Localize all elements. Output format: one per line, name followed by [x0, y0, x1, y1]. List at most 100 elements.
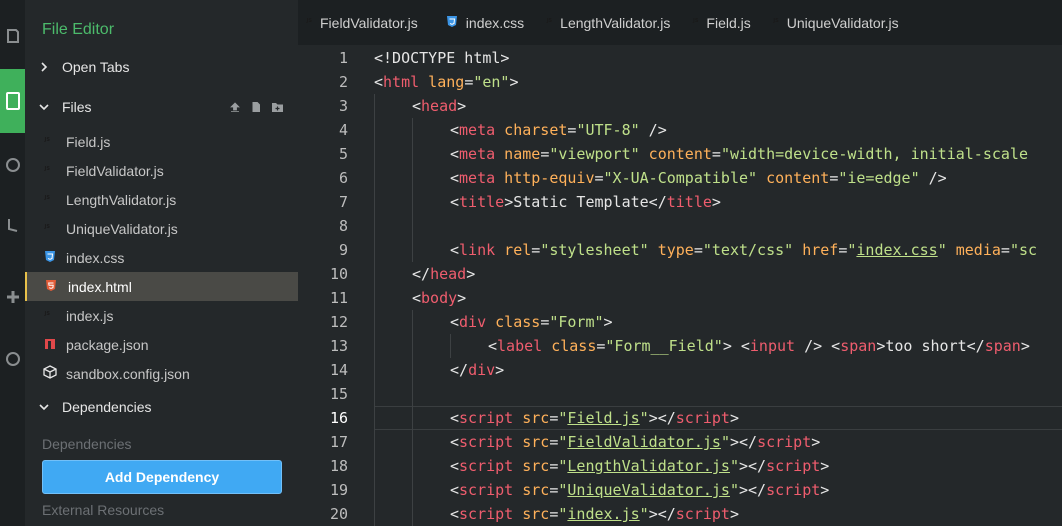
code-token: /> [919, 169, 947, 187]
line-number: 19 [329, 481, 348, 499]
file-item[interactable]: UniqueValidator.js [25, 214, 298, 243]
file-item-icon-slot [27, 279, 68, 295]
code-token: = [540, 313, 550, 331]
upload-file-icon[interactable] [229, 100, 241, 116]
code-token: src [513, 433, 550, 451]
code-token: > [457, 97, 467, 115]
editor-tab[interactable]: UniqueValidator.js [765, 0, 913, 45]
section-files[interactable]: Files [25, 94, 298, 120]
code-token: = [693, 241, 703, 259]
code-token: " [729, 457, 739, 475]
indent-guide [412, 310, 413, 526]
file-item[interactable]: FieldValidator.js [25, 156, 298, 185]
file-item-label: sandbox.config.json [66, 365, 190, 382]
file-item[interactable]: index.html [25, 272, 298, 301]
editor-tab[interactable]: index.css [432, 0, 538, 45]
chevron-down-icon [25, 103, 62, 111]
code-token: ></ [729, 433, 758, 451]
code-token: "X-UA-Compatible" [603, 169, 758, 187]
code-token: script [459, 409, 514, 427]
editor-tab-label: FieldValidator.js [320, 14, 418, 31]
code-token: script [459, 481, 514, 499]
code-token: index.css [856, 241, 938, 259]
code-token: content [639, 145, 712, 163]
code-token: > [509, 73, 519, 91]
code-token: href [793, 241, 839, 259]
code-line: <link rel="stylesheet" type="text/css" h… [450, 238, 1037, 262]
code-token: >Static Template</ [504, 193, 667, 211]
file-item[interactable]: sandbox.config.json [25, 359, 298, 388]
editor-tab[interactable]: LengthValidator.js [538, 0, 684, 45]
code-token: = [711, 145, 721, 163]
code-token: div [459, 313, 487, 331]
code-token: content [757, 169, 830, 187]
code-token: < [450, 121, 460, 139]
indent-guide [450, 334, 451, 358]
code-token: = [829, 169, 839, 187]
activity-info-icon[interactable] [0, 6, 25, 66]
line-number: 15 [329, 385, 348, 403]
code-token: http-equiv [495, 169, 595, 187]
section-dependencies[interactable]: Dependencies [25, 394, 298, 420]
code-token: script [459, 433, 514, 451]
activity-git-icon[interactable] [0, 133, 25, 197]
file-item-label: LengthValidator.js [66, 191, 177, 208]
code-token: script [459, 505, 514, 523]
file-item[interactable]: Field.js [25, 127, 298, 156]
file-item-label: index.html [68, 278, 132, 295]
code-token: "en" [473, 73, 510, 91]
line-number: 8 [338, 217, 348, 235]
code-token: "stylesheet" [540, 241, 649, 259]
activity-settings-icon[interactable] [0, 265, 25, 329]
section-files-label: Files [62, 99, 92, 115]
code-token: label [497, 337, 543, 355]
activity-deploy-icon[interactable] [0, 197, 25, 253]
code-token: > [495, 361, 505, 379]
line-number: 14 [329, 361, 348, 379]
code-token: > [820, 457, 830, 475]
code-token: = [594, 169, 604, 187]
add-dependency-button[interactable]: Add Dependency [42, 460, 282, 494]
activity-file-editor-icon[interactable] [0, 69, 25, 133]
new-folder-icon[interactable] [271, 100, 284, 116]
code-editor[interactable]: 1 <!DOCTYPE html> 2 <html lang="en"> 3 <head>… [298, 45, 1062, 526]
line-number: 13 [329, 337, 348, 355]
code-token: span [840, 337, 877, 355]
file-item[interactable]: LengthValidator.js [25, 185, 298, 214]
code-token: > [1020, 337, 1030, 355]
file-item-icon-slot [25, 365, 66, 382]
file-item[interactable]: index.js [25, 301, 298, 330]
code-token: "text/css" [702, 241, 794, 259]
section-open-tabs[interactable]: Open Tabs [25, 54, 298, 80]
code-token: script [766, 481, 821, 499]
code-token: script [766, 457, 821, 475]
line-number: 3 [338, 97, 348, 115]
activity-bar [0, 0, 25, 526]
code-token: <!DOCTYPE html> [374, 49, 510, 67]
file-explorer-sidebar: File Editor Open Tabs Files Field.js Fiel… [25, 0, 298, 526]
file-item[interactable]: package.json [25, 330, 298, 359]
code-token: < [374, 73, 384, 91]
code-token: " [937, 241, 947, 259]
file-item[interactable]: index.css [25, 243, 298, 272]
package-json-icon [44, 337, 56, 353]
activity-live-icon[interactable] [0, 329, 25, 389]
code-token: body [421, 289, 458, 307]
new-file-icon[interactable] [250, 100, 262, 116]
code-token: "viewport" [549, 145, 640, 163]
code-token: ></ [648, 409, 676, 427]
files-toolbar [229, 100, 284, 116]
css-file-icon [44, 250, 56, 266]
code-token: = [464, 73, 474, 91]
file-item-icon-slot [25, 250, 66, 266]
code-token: > [457, 289, 467, 307]
code-line: <meta http-equiv="X-UA-Compatible" conte… [450, 166, 947, 190]
editor-tab-bar: FieldValidator.js index.css LengthValidato… [298, 0, 1062, 45]
editor-tab[interactable]: FieldValidator.js [298, 0, 432, 45]
code-token: > [811, 433, 821, 451]
line-number: 7 [338, 193, 348, 211]
editor-tab[interactable]: Field.js [684, 0, 764, 45]
code-token: < [450, 433, 460, 451]
code-token: lang [419, 73, 465, 91]
code-token: link [459, 241, 496, 259]
